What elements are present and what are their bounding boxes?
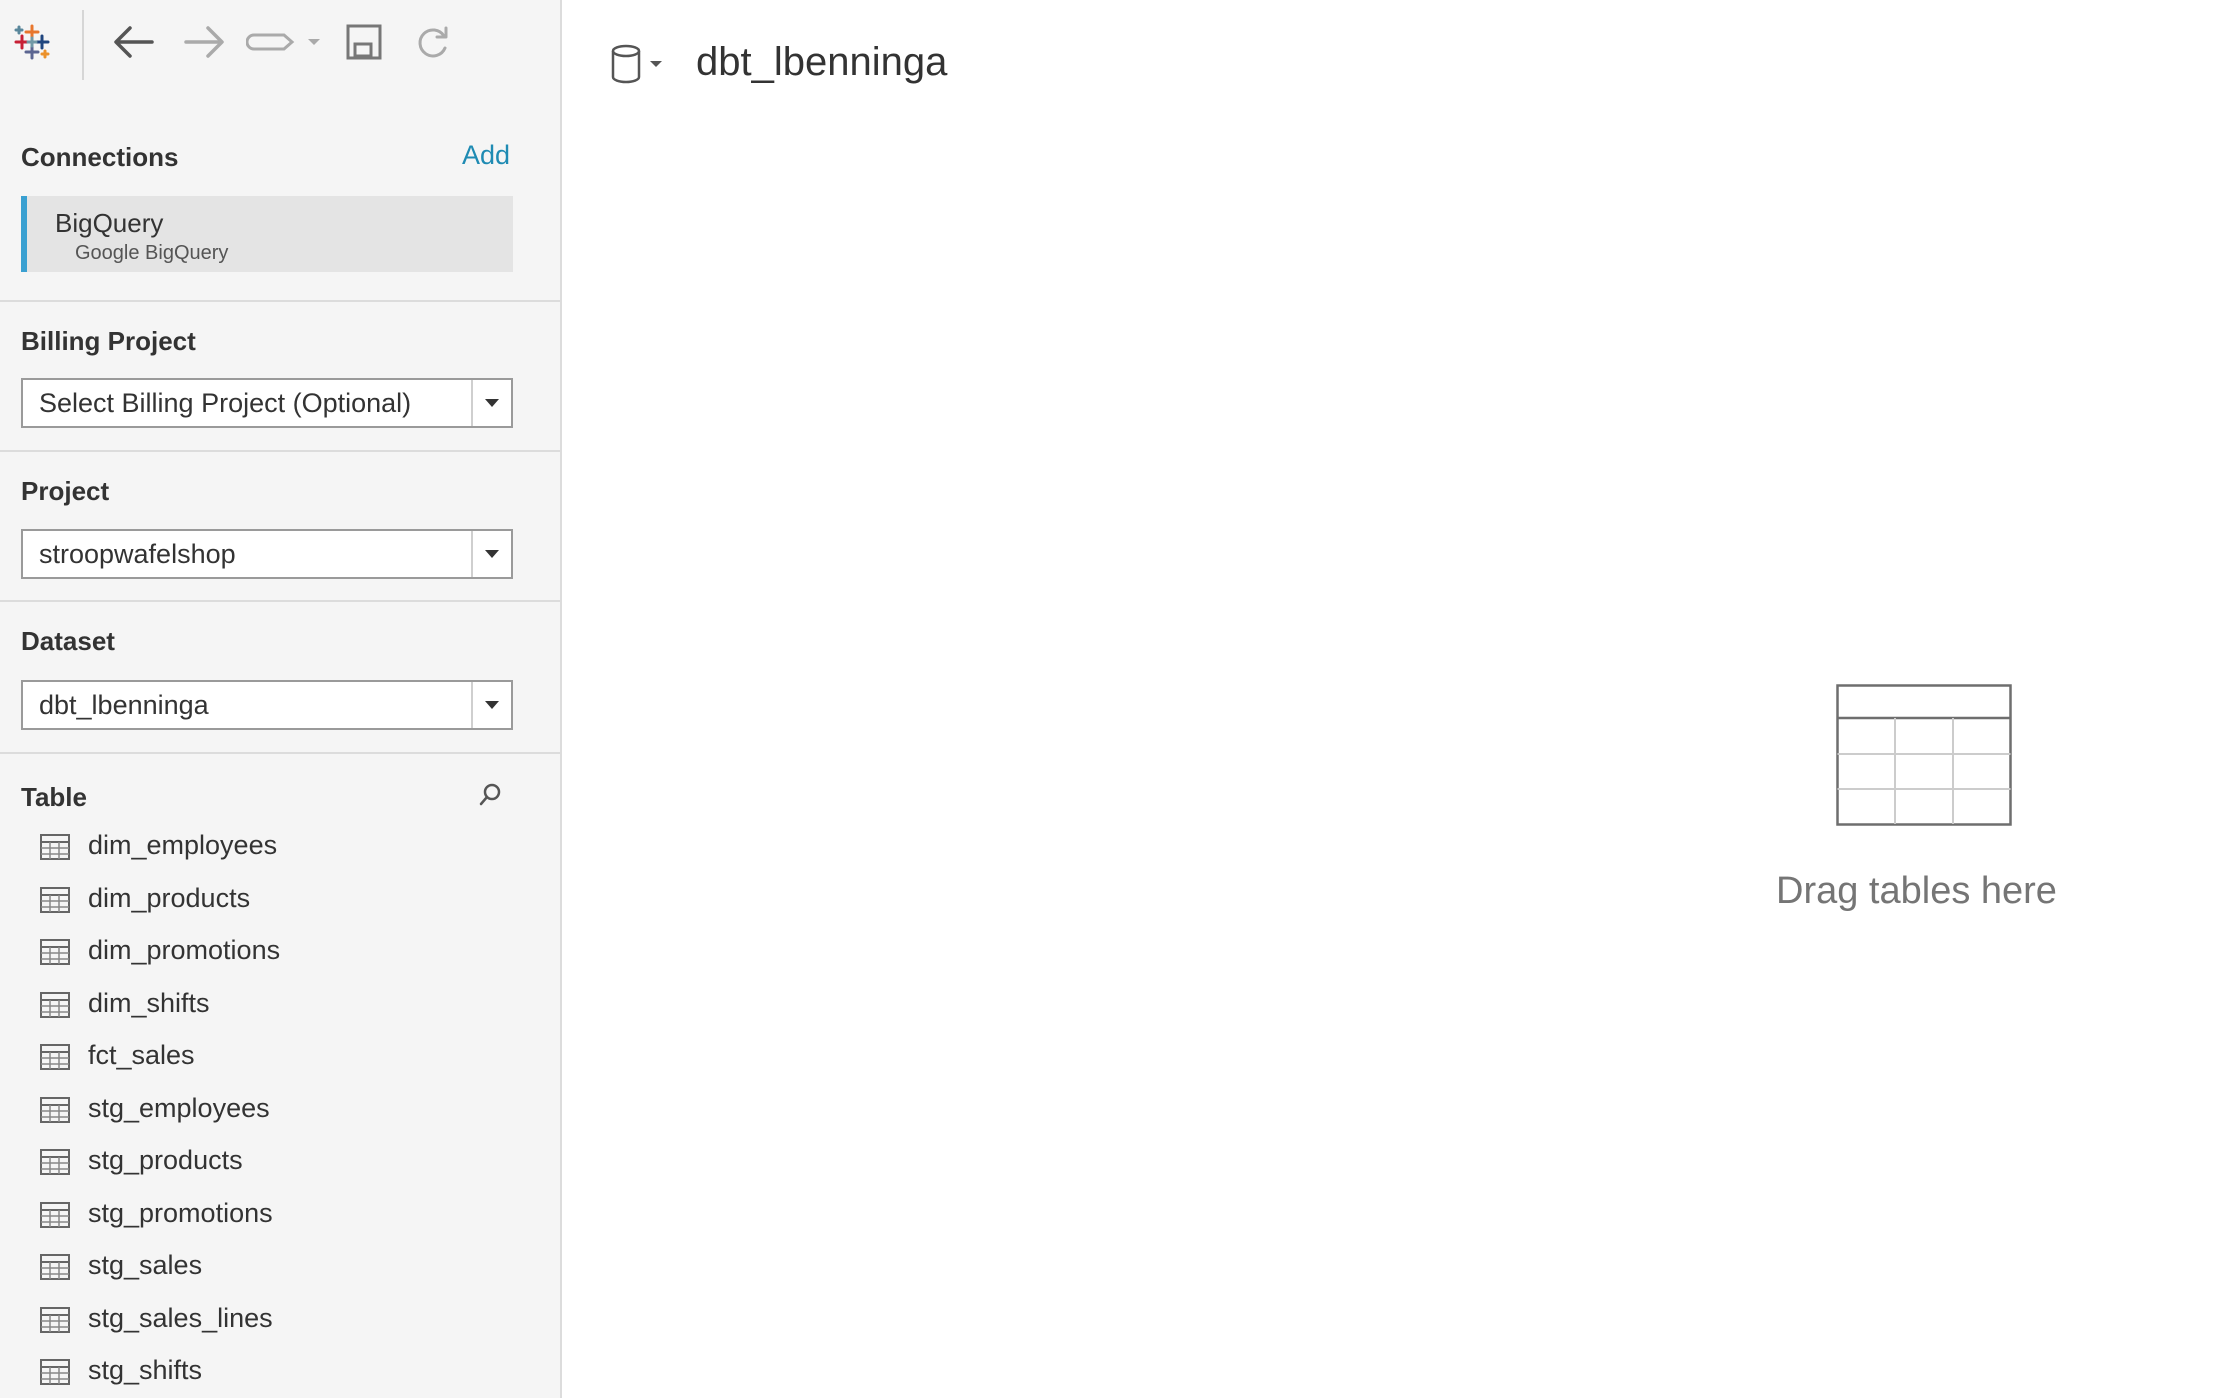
table-icon	[40, 834, 70, 860]
table-item[interactable]: stg_employees	[0, 1085, 560, 1138]
table-item-label: dim_products	[88, 882, 251, 913]
table-item[interactable]: stg_sales	[0, 1242, 560, 1295]
database-icon[interactable]	[610, 42, 666, 86]
table-item-label: dim_promotions	[88, 935, 281, 965]
tableau-logo-icon[interactable]	[8, 18, 56, 66]
back-arrow-icon[interactable]	[110, 18, 158, 66]
connection-item-bigquery[interactable]: BigQuery Google BigQuery	[21, 196, 513, 272]
table-item-label: dim_employees	[88, 830, 278, 860]
divider	[0, 300, 560, 302]
search-icon[interactable]	[478, 782, 502, 810]
chevron-down-icon[interactable]	[471, 682, 511, 728]
table-item[interactable]: dim_products	[0, 875, 560, 928]
project-heading: Project	[21, 476, 110, 506]
table-icon	[40, 1096, 70, 1123]
table-item-label: dim_shifts	[88, 987, 210, 1018]
table-icon	[40, 1306, 70, 1333]
data-source-sidebar: Connections Add BigQuery Google BigQuery…	[0, 0, 562, 1398]
table-item[interactable]: dim_shifts	[0, 980, 560, 1033]
table-item-label: stg_sales	[88, 1250, 203, 1280]
table-item[interactable]: stg_promotions	[0, 1190, 560, 1243]
project-value: stroopwafelshop	[39, 539, 236, 569]
table-icon	[40, 1044, 70, 1070]
dataset-value: dbt_lbenninga	[39, 690, 209, 720]
billing-project-heading: Billing Project	[21, 326, 196, 356]
table-item-label: stg_products	[88, 1145, 243, 1175]
dataset-heading: Dataset	[21, 626, 115, 656]
chevron-down-icon[interactable]	[471, 380, 511, 426]
table-grid-icon	[1836, 684, 2012, 826]
redirect-icon[interactable]	[244, 18, 298, 66]
table-icon	[40, 1149, 70, 1175]
forward-arrow-icon[interactable]	[180, 18, 228, 66]
data-source-title[interactable]: dbt_lbenninga	[696, 40, 947, 85]
divider	[0, 450, 560, 452]
table-item[interactable]: stg_products	[0, 1137, 560, 1190]
chevron-down-icon[interactable]	[471, 531, 511, 577]
table-list: dim_employees dim_products dim_promotionsd…	[0, 822, 560, 1398]
chevron-down-icon[interactable]	[302, 18, 326, 66]
toolbar	[0, 0, 560, 84]
toolbar-separator	[82, 10, 84, 80]
billing-project-value: Select Billing Project (Optional)	[39, 388, 412, 418]
project-select[interactable]: stroopwafelshop	[21, 529, 513, 579]
divider	[0, 752, 560, 754]
table-item-label: stg_sales_lines	[88, 1302, 273, 1333]
connections-heading: Connections	[21, 142, 179, 172]
dataset-select[interactable]: dbt_lbenninga	[21, 680, 513, 730]
canvas-area: dbt_lbenninga Drag tables here	[562, 0, 2214, 1398]
drop-hint-text: Drag tables here	[1776, 870, 2057, 912]
table-item-label: stg_promotions	[88, 1197, 273, 1228]
divider	[0, 600, 560, 602]
table-icon	[40, 991, 70, 1018]
refresh-icon[interactable]	[408, 18, 456, 66]
table-item[interactable]: dim_employees	[0, 822, 560, 875]
table-icon	[40, 1201, 70, 1228]
add-connection-link[interactable]: Add	[462, 140, 510, 171]
table-item[interactable]: dim_promotions	[0, 927, 560, 980]
table-item-label: stg_shifts	[88, 1355, 203, 1385]
table-icon	[40, 939, 70, 965]
connection-type: Google BigQuery	[75, 242, 229, 264]
table-heading: Table	[21, 782, 87, 812]
table-item[interactable]: stg_sales_lines	[0, 1295, 560, 1348]
billing-project-select[interactable]: Select Billing Project (Optional)	[21, 378, 513, 428]
table-icon	[40, 1254, 70, 1280]
connection-name: BigQuery	[55, 208, 164, 238]
save-icon[interactable]	[340, 18, 388, 66]
table-icon	[40, 886, 70, 913]
table-item-label: stg_employees	[88, 1092, 270, 1123]
table-item-label: fct_sales	[88, 1040, 195, 1070]
table-item[interactable]: stg_shifts	[0, 1347, 560, 1398]
table-icon	[40, 1359, 70, 1385]
table-item[interactable]: fct_sales	[0, 1032, 560, 1085]
